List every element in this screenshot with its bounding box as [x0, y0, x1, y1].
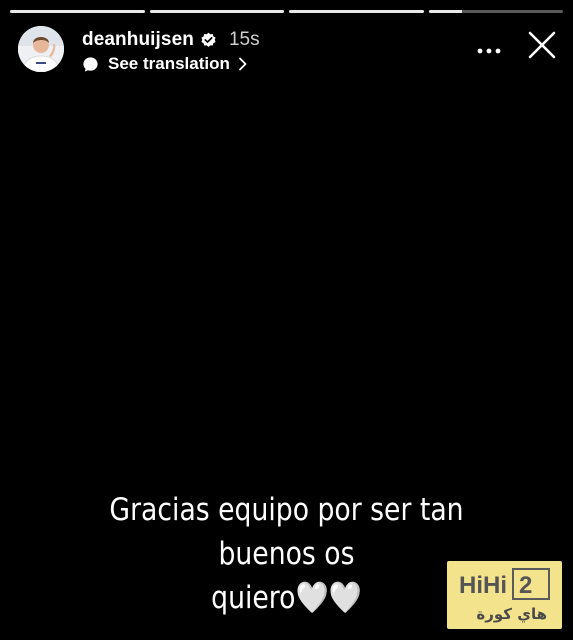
close-icon: [527, 30, 557, 65]
speech-bubble-icon: [82, 56, 99, 73]
progress-segment: [149, 10, 284, 13]
see-translation-label: See translation: [108, 54, 230, 73]
account-row: deanhuijsen 15s: [82, 28, 260, 52]
story-viewer: deanhuijsen 15s See translation Gracias …: [0, 0, 573, 640]
story-progress: [10, 10, 563, 13]
story-header: deanhuijsen 15s See translation: [18, 26, 559, 76]
svg-text:2: 2: [519, 572, 532, 599]
see-translation-button[interactable]: See translation: [82, 54, 248, 74]
watermark: HiHi 2 هاي كورة: [447, 561, 562, 629]
progress-segment: [289, 10, 424, 13]
chevron-right-icon: [238, 57, 248, 71]
progress-segment: [428, 10, 563, 13]
svg-text:HiHi: HiHi: [459, 572, 507, 599]
progress-segment: [10, 10, 145, 13]
username-link[interactable]: deanhuijsen: [82, 29, 194, 51]
avatar[interactable]: [18, 26, 64, 72]
svg-text:هاي كورة: هاي كورة: [476, 605, 547, 624]
more-options-button[interactable]: [475, 38, 503, 62]
story-timestamp: 15s: [228, 29, 260, 50]
verified-badge-icon: [200, 32, 217, 49]
watermark-logo: HiHi 2 هاي كورة: [455, 565, 554, 624]
close-button[interactable]: [525, 30, 559, 64]
more-dots-icon: [477, 41, 501, 59]
